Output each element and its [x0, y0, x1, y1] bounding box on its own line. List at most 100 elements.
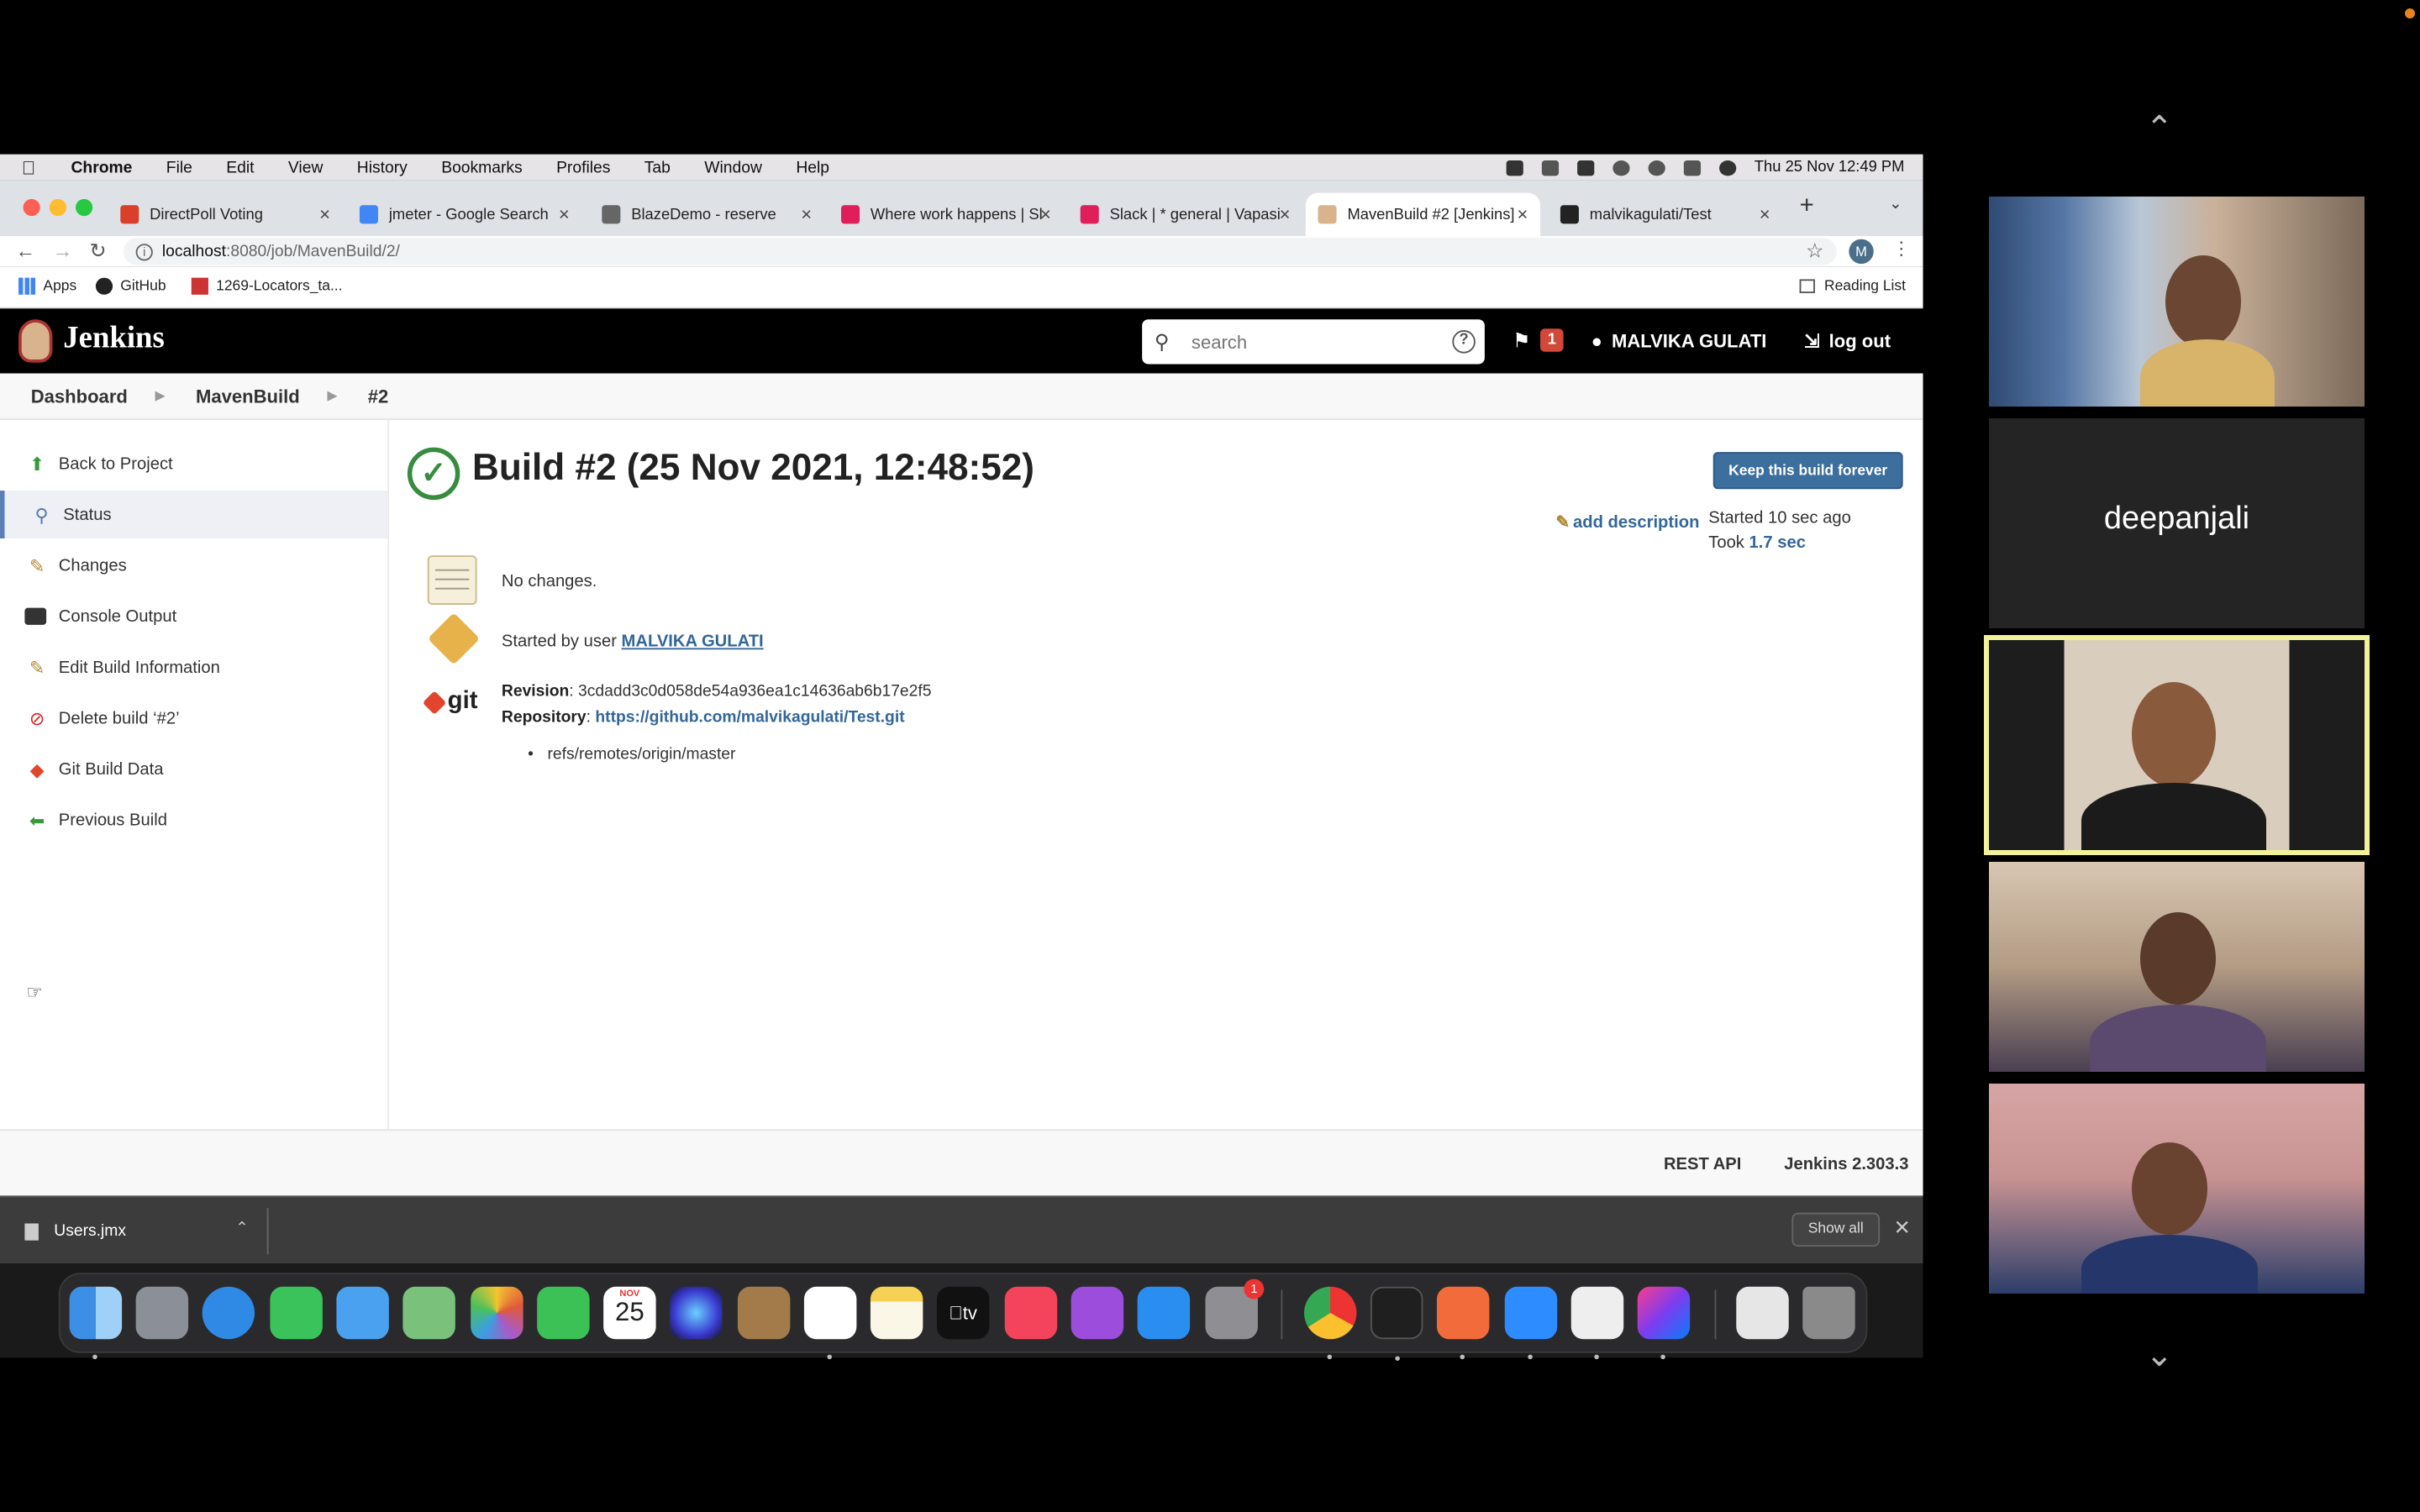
messages-icon[interactable]	[270, 1286, 323, 1340]
chevron-up-icon[interactable]: ⌃	[235, 1221, 248, 1237]
launchpad-icon[interactable]	[135, 1286, 189, 1340]
back-icon[interactable]: ←	[15, 239, 35, 263]
breadcrumb-mavenbuild[interactable]: MavenBuild	[196, 385, 300, 407]
breadcrumb-dashboard[interactable]: Dashboard	[31, 385, 128, 407]
keep-build-forever-button[interactable]: Keep this build forever	[1712, 452, 1903, 490]
address-bar[interactable]: i localhost :8080/job/MavenBuild/2/	[123, 237, 1837, 265]
bookmark-github[interactable]: GitHub	[95, 277, 166, 295]
tab-close-icon[interactable]: ×	[1517, 203, 1528, 225]
maximize-window-button[interactable]	[75, 198, 93, 217]
tab-close-icon[interactable]: ×	[319, 203, 330, 225]
downloads-stack-icon[interactable]	[1736, 1286, 1789, 1340]
participant-video-3[interactable]	[1989, 862, 2365, 1072]
task-delete-build[interactable]: ⊘ Delete build ‘#2’	[0, 695, 387, 743]
tab-close-icon[interactable]: ×	[1040, 203, 1051, 225]
participant-video-4[interactable]	[1989, 1084, 2365, 1294]
trash-icon[interactable]	[1802, 1286, 1855, 1340]
contacts-icon[interactable]	[737, 1286, 791, 1340]
chrome-icon[interactable]	[1304, 1286, 1357, 1360]
maps-icon[interactable]	[402, 1286, 455, 1340]
browser-tab[interactable]: DirectPoll Voting ×	[108, 193, 343, 236]
browser-tab[interactable]: Where work happens | Sla ×	[829, 193, 1063, 236]
task-console-output[interactable]: Console Output	[0, 592, 387, 640]
browser-tab[interactable]: malvikagulati/Test ×	[1548, 193, 1782, 236]
rest-api-link[interactable]: REST API	[1664, 1156, 1741, 1174]
apple-icon[interactable]: 	[22, 156, 40, 178]
add-description-link[interactable]: ✎ add description	[1555, 512, 1699, 533]
tab-search-chevron-icon[interactable]: ⌄	[1889, 196, 1902, 213]
podcasts-icon[interactable]	[1071, 1286, 1124, 1340]
participant-tile-deepanjali[interactable]: deepanjali	[1989, 418, 2365, 628]
siri-icon[interactable]	[1718, 160, 1736, 176]
menu-file[interactable]: File	[166, 158, 192, 176]
menu-help[interactable]: Help	[796, 158, 829, 176]
started-by-user-link[interactable]: MALVIKA GULATI	[622, 633, 764, 651]
user-link[interactable]: ● MALVIKA GULATI	[1591, 330, 1767, 352]
menu-history[interactable]: History	[357, 158, 408, 176]
tab-close-icon[interactable]: ×	[801, 203, 812, 225]
show-all-button[interactable]: Show all	[1791, 1212, 1881, 1247]
close-icon[interactable]: ✕	[1894, 1215, 1911, 1240]
apple-tv-icon[interactable]: tv	[936, 1286, 990, 1340]
task-back-to-project[interactable]: ⬆ Back to Project	[0, 439, 387, 487]
took-value-link[interactable]: 1.7 sec	[1749, 533, 1806, 552]
task-git-build-data[interactable]: ◆ Git Build Data	[0, 745, 387, 793]
jenkins-version-link[interactable]: Jenkins 2.303.3	[1784, 1156, 1908, 1174]
jenkins-logo-icon[interactable]	[18, 319, 53, 363]
task-edit-build-information[interactable]: ✎ Edit Build Information	[0, 643, 387, 691]
bookmark-apps[interactable]: Apps	[18, 277, 76, 295]
music-icon[interactable]	[1004, 1286, 1058, 1340]
bookmark-star-icon[interactable]: ☆	[1806, 239, 1823, 264]
chevron-down-icon[interactable]: ⌄	[2145, 1336, 2174, 1374]
download-item[interactable]: Users.jmx ⌃	[9, 1208, 269, 1255]
menu-view[interactable]: View	[288, 158, 323, 176]
system-preferences-icon[interactable]: 1	[1205, 1278, 1265, 1340]
safari-icon[interactable]	[202, 1286, 255, 1340]
app-tray-icon[interactable]	[1506, 160, 1523, 176]
menu-tab[interactable]: Tab	[644, 158, 671, 176]
app-store-icon[interactable]	[1137, 1286, 1191, 1340]
tab-close-icon[interactable]: ×	[1280, 203, 1291, 225]
jenkins-title[interactable]: Jenkins	[63, 321, 164, 356]
repository-link[interactable]: https://github.com/malvikagulati/Test.gi…	[595, 707, 904, 726]
new-tab-icon[interactable]: +	[1800, 193, 1814, 221]
menu-window[interactable]: Window	[704, 158, 762, 176]
tab-close-icon[interactable]: ×	[559, 203, 570, 225]
mail-icon[interactable]	[336, 1286, 389, 1340]
intellij-icon[interactable]	[1637, 1286, 1691, 1360]
spotlight-icon[interactable]	[1648, 160, 1665, 176]
notes-icon[interactable]	[870, 1286, 923, 1340]
reading-list[interactable]: Reading List	[1799, 278, 1906, 295]
battery-icon[interactable]	[1576, 160, 1594, 176]
calendar-icon[interactable]: NOV 25	[603, 1286, 656, 1340]
task-changes[interactable]: ✎ Changes	[0, 542, 387, 590]
menubar-clock[interactable]: Thu 25 Nov 12:49 PM	[1754, 159, 1905, 176]
participant-video-1[interactable]	[1989, 197, 2365, 407]
minimize-window-button[interactable]	[49, 198, 66, 217]
menu-edit[interactable]: Edit	[226, 158, 254, 176]
jenkins-search-input[interactable]	[1191, 330, 1439, 353]
zoom-icon[interactable]	[1504, 1286, 1558, 1360]
browser-tab[interactable]: BlazeDemo - reserve ×	[590, 193, 824, 236]
postman-icon[interactable]	[1436, 1286, 1490, 1360]
facetime-icon[interactable]	[537, 1286, 590, 1340]
close-window-button[interactable]	[23, 198, 40, 217]
chevron-up-icon[interactable]: ⌃	[2145, 109, 2174, 148]
browser-tab[interactable]: Slack | * general | Vapasi ×	[1068, 193, 1302, 236]
reload-icon[interactable]: ↻	[90, 239, 107, 264]
terminal-icon[interactable]	[1370, 1286, 1423, 1361]
wifi-icon[interactable]	[1612, 160, 1630, 176]
browser-tab[interactable]: MavenBuild #2 [Jenkins] ×	[1305, 192, 1541, 237]
java-app-icon[interactable]	[1570, 1286, 1624, 1360]
bookmark-locators[interactable]: 1269-Locators_ta...	[191, 277, 342, 295]
task-status[interactable]: ⚲ Status	[0, 491, 388, 539]
logout-link[interactable]: ⇲ log out	[1804, 330, 1891, 352]
profile-avatar[interactable]: M	[1849, 239, 1874, 265]
reminders-icon[interactable]	[803, 1286, 857, 1360]
alert-count-badge[interactable]: 1	[1540, 328, 1564, 352]
chrome-menu-icon[interactable]: ⋮	[1892, 238, 1911, 260]
photos-icon[interactable]	[471, 1286, 523, 1340]
menu-profiles[interactable]: Profiles	[556, 158, 610, 176]
bluetooth-icon[interactable]	[1541, 160, 1559, 176]
browser-tab[interactable]: jmeter - Google Search ×	[347, 193, 581, 236]
